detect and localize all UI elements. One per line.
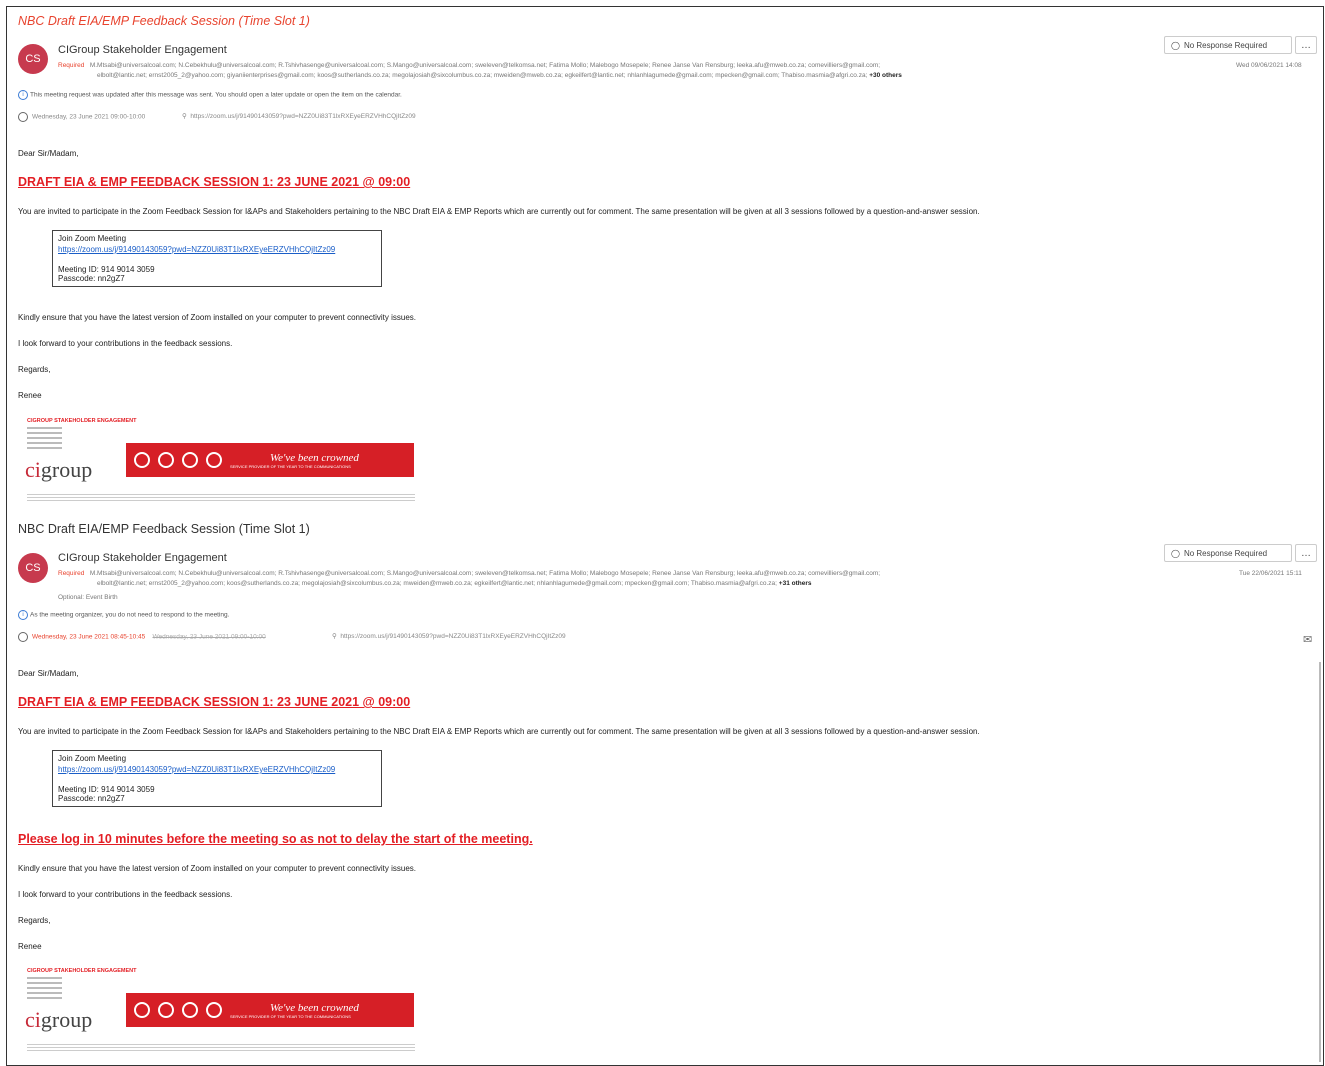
meeting-id: Meeting ID: 914 9014 3059 xyxy=(58,785,155,794)
zoom-link[interactable]: https://zoom.us/j/91490143059?pwd=NZZ0Ui… xyxy=(58,245,376,254)
meeting-when: Wednesday, 23 June 2021 09:00-10:00 xyxy=(18,112,145,122)
intro-paragraph: You are invited to participate in the Zo… xyxy=(18,207,980,216)
avatar[interactable]: CS xyxy=(18,44,48,74)
scrollbar[interactable] xyxy=(1319,662,1321,1062)
banner-script: We've been crowned xyxy=(270,451,359,464)
no-response-button[interactable]: ◯ No Response Required xyxy=(1164,544,1292,562)
signature-contact xyxy=(27,427,62,452)
clock-icon xyxy=(18,632,28,642)
recipients-line-1[interactable]: Required M.Mtsabi@universalcoal.com; N.C… xyxy=(58,62,1218,69)
greeting: Dear Sir/Madam, xyxy=(18,669,79,678)
no-response-icon: ◯ xyxy=(1171,40,1180,50)
look-forward-paragraph: I look forward to your contributions in … xyxy=(18,339,233,348)
signature-contact xyxy=(27,977,62,1002)
passcode: Passcode: nn2gZ7 xyxy=(58,794,125,803)
please-log-in-notice: Please log in 10 minutes before the meet… xyxy=(18,832,533,846)
info-bar: i As the meeting organizer, you do not ne… xyxy=(18,610,229,620)
kindly-paragraph: Kindly ensure that you have the latest v… xyxy=(18,313,416,322)
meeting-id: Meeting ID: 914 9014 3059 xyxy=(58,265,155,274)
location-icon: ⚲ xyxy=(332,633,337,640)
recipients-list: elbolt@lantic.net; ernst2005_2@yahoo.com… xyxy=(97,72,868,79)
banner-tagline: SERVICE PROVIDER OF THE YEAR TO THE COMM… xyxy=(230,1013,351,1019)
location-text: https://zoom.us/j/91490143059?pwd=NZZ0Ui… xyxy=(190,113,416,120)
regards: Regards, xyxy=(18,365,51,374)
intro-paragraph: You are invited to participate in the Zo… xyxy=(18,727,980,736)
zoom-box: Join Zoom Meeting https://zoom.us/j/9149… xyxy=(52,230,382,287)
passcode: Passcode: nn2gZ7 xyxy=(58,274,125,283)
recipients-line-1[interactable]: Required M.Mtsabi@universalcoal.com; N.C… xyxy=(58,570,1238,577)
when-text: Wednesday, 23 June 2021 09:00-10:00 xyxy=(32,113,146,121)
others-count[interactable]: +31 others xyxy=(779,580,812,587)
cigroup-logo: cigroup xyxy=(25,1007,93,1032)
message-2-subject: NBC Draft EIA/EMP Feedback Session (Time… xyxy=(18,522,310,536)
message-date: Tue 22/06/2021 15:11 xyxy=(1239,570,1302,577)
info-icon: i xyxy=(18,610,28,620)
award-banner: We've been crowned SERVICE PROVIDER OF T… xyxy=(126,993,414,1027)
zoom-title: Join Zoom Meeting xyxy=(58,754,127,763)
more-actions-button[interactable]: … xyxy=(1295,544,1317,562)
optional-attendees[interactable]: Optional: Event Birth xyxy=(58,594,118,601)
when-text: Wednesday, 23 June 2021 08:45-10:45 xyxy=(32,633,146,641)
no-response-label: No Response Required xyxy=(1183,548,1268,558)
session-heading: DRAFT EIA & EMP FEEDBACK SESSION 1: 23 J… xyxy=(18,695,411,709)
message-1-subject: NBC Draft EIA/EMP Feedback Session (Time… xyxy=(18,14,310,28)
meeting-when: Wednesday, 23 June 2021 08:45-10:45 Wedn… xyxy=(18,632,266,642)
no-response-button[interactable]: ◯ No Response Required xyxy=(1164,36,1292,54)
zoom-box: Join Zoom Meeting https://zoom.us/j/9149… xyxy=(52,750,382,807)
session-heading: DRAFT EIA & EMP FEEDBACK SESSION 1: 23 J… xyxy=(18,175,411,189)
meeting-location[interactable]: ⚲ https://zoom.us/j/91490143059?pwd=NZZ0… xyxy=(182,112,416,120)
sender-name[interactable]: CIGroup Stakeholder Engagement xyxy=(58,552,227,564)
zoom-title: Join Zoom Meeting xyxy=(58,234,127,243)
signature-title: CIGROUP STAKEHOLDER ENGAGEMENT xyxy=(27,968,137,974)
zoom-link[interactable]: https://zoom.us/j/91490143059?pwd=NZZ0Ui… xyxy=(58,765,376,774)
clock-icon xyxy=(18,112,28,122)
signature-name: Renee xyxy=(18,391,42,400)
signature-name: Renee xyxy=(18,942,42,951)
look-forward-paragraph: I look forward to your contributions in … xyxy=(18,890,233,899)
info-text: As the meeting organizer, you do not nee… xyxy=(30,611,230,619)
award-banner: We've been crowned SERVICE PROVIDER OF T… xyxy=(126,443,414,477)
location-icon: ⚲ xyxy=(182,113,187,120)
info-text: This meeting request was updated after t… xyxy=(30,91,402,99)
recipients-list: M.Mtsabi@universalcoal.com; N.Cebekhulu@… xyxy=(89,570,881,577)
banner-script: We've been crowned xyxy=(270,1001,359,1014)
required-label: Required xyxy=(58,62,85,69)
no-response-icon: ◯ xyxy=(1171,548,1180,558)
greeting: Dear Sir/Madam, xyxy=(18,149,79,158)
recipients-line-2[interactable]: elbolt@lantic.net; ernst2005_2@yahoo.com… xyxy=(97,72,1217,79)
mail-icon[interactable]: ✉ xyxy=(1303,633,1312,646)
avatar[interactable]: CS xyxy=(18,553,48,583)
signature-footer xyxy=(27,1044,415,1053)
recipients-list: elbolt@lantic.net; ernst2005_2@yahoo.com… xyxy=(97,580,777,587)
when-old-text: Wednesday, 23 June 2021 09:00-10:00 xyxy=(152,633,266,641)
recipients-list: M.Mtsabi@universalcoal.com; N.Cebekhulu@… xyxy=(89,62,881,69)
no-response-label: No Response Required xyxy=(1183,40,1268,50)
recipients-line-2[interactable]: elbolt@lantic.net; ernst2005_2@yahoo.com… xyxy=(97,580,1217,587)
banner-tagline: SERVICE PROVIDER OF THE YEAR TO THE COMM… xyxy=(230,463,351,469)
sender-name[interactable]: CIGroup Stakeholder Engagement xyxy=(58,44,227,56)
signature-title: CIGROUP STAKEHOLDER ENGAGEMENT xyxy=(27,418,137,424)
info-icon: i xyxy=(18,90,28,100)
signature-footer xyxy=(27,494,415,503)
reading-pane: NBC Draft EIA/EMP Feedback Session (Time… xyxy=(6,6,1324,1066)
info-bar: i This meeting request was updated after … xyxy=(18,90,402,100)
cigroup-logo: cigroup xyxy=(25,457,93,482)
others-count[interactable]: +30 others xyxy=(869,72,902,79)
more-actions-button[interactable]: … xyxy=(1295,36,1317,54)
message-date: Wed 09/06/2021 14:08 xyxy=(1236,62,1302,69)
meeting-location[interactable]: ⚲ https://zoom.us/j/91490143059?pwd=NZZ0… xyxy=(332,632,566,640)
required-label: Required xyxy=(58,570,85,577)
regards: Regards, xyxy=(18,916,51,925)
kindly-paragraph: Kindly ensure that you have the latest v… xyxy=(18,864,416,873)
location-text: https://zoom.us/j/91490143059?pwd=NZZ0Ui… xyxy=(340,633,566,640)
